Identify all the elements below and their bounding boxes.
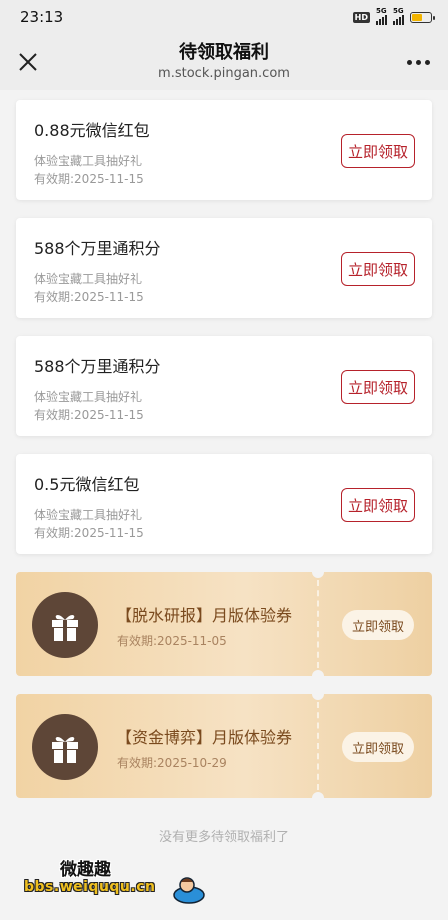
status-bar: 23:13 HD 5G 5G xyxy=(0,0,448,34)
claim-button[interactable]: 立即领取 xyxy=(341,488,415,522)
reward-expiry: 有效期:2025-11-15 xyxy=(34,408,144,422)
watermark: 微趣趣 bbs.weiququ.cn xyxy=(24,855,205,909)
claim-button[interactable]: 立即领取 xyxy=(341,370,415,404)
reward-expiry: 有效期:2025-11-15 xyxy=(34,172,144,186)
signal-1-icon: 5G xyxy=(376,7,387,25)
coupon-claim-button[interactable]: 立即领取 xyxy=(342,732,414,762)
battery-icon xyxy=(410,11,435,23)
page-title: 待领取福利 xyxy=(178,42,269,63)
reward-card: 0.88元微信红包 体验宝藏工具抽好礼 有效期:2025-11-15 立即领取 xyxy=(16,100,432,200)
nav-bar: 待领取福利 m.stock.pingan.com xyxy=(0,34,448,90)
watermark-bottom: bbs.weiququ.cn xyxy=(24,879,156,895)
page-url: m.stock.pingan.com xyxy=(158,66,290,81)
reward-card: 0.5元微信红包 体验宝藏工具抽好礼 有效期:2025-11-15 立即领取 xyxy=(16,454,432,554)
no-more-note: 没有更多待领取福利了 xyxy=(158,830,289,845)
claim-button[interactable]: 立即领取 xyxy=(341,134,415,168)
status-icons: HD 5G 5G xyxy=(352,7,435,25)
claim-button[interactable]: 立即领取 xyxy=(341,252,415,286)
coupon-claim-button[interactable]: 立即领取 xyxy=(342,610,414,640)
watermark-top: 微趣趣 xyxy=(60,860,111,880)
gift-icon xyxy=(32,714,98,780)
coupon-title: 【脱水研报】月版体验券 xyxy=(116,606,293,625)
mascot-icon xyxy=(173,877,205,904)
coupon-title: 【资金博弈】月版体验券 xyxy=(116,728,293,747)
close-icon xyxy=(19,53,37,71)
nav-titles: 待领取福利 m.stock.pingan.com xyxy=(158,41,290,83)
reward-expiry: 有效期:2025-11-15 xyxy=(34,290,144,304)
coupon-expiry: 有效期:2025-11-05 xyxy=(117,634,227,648)
coupon-card: 【脱水研报】月版体验券 有效期:2025-11-05 立即领取 xyxy=(16,572,432,676)
reward-card: 588个万里通积分 体验宝藏工具抽好礼 有效期:2025-11-15 立即领取 xyxy=(16,336,432,436)
reward-card: 588个万里通积分 体验宝藏工具抽好礼 有效期:2025-11-15 立即领取 xyxy=(16,218,432,318)
more-button[interactable] xyxy=(400,44,436,80)
reward-expiry: 有效期:2025-11-15 xyxy=(34,526,144,540)
signal-2-icon: 5G xyxy=(393,7,404,25)
coupon-card: 【资金博弈】月版体验券 有效期:2025-10-29 立即领取 xyxy=(16,694,432,798)
rewards-list: 0.88元微信红包 体验宝藏工具抽好礼 有效期:2025-11-15 立即领取 … xyxy=(0,90,448,845)
hd-badge: HD xyxy=(352,11,370,23)
signal-1-label: 5G xyxy=(376,7,387,15)
more-icon xyxy=(406,59,412,65)
coupon-expiry: 有效期:2025-10-29 xyxy=(117,756,227,770)
status-time: 23:13 xyxy=(20,8,64,26)
signal-2-label: 5G xyxy=(393,7,404,15)
close-button[interactable] xyxy=(10,44,46,80)
gift-icon xyxy=(32,592,98,658)
